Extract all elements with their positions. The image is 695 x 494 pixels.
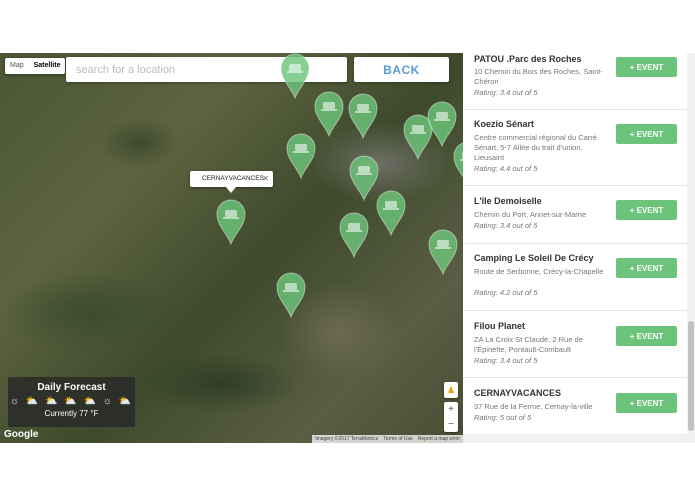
location-name: Filou Planet <box>474 321 526 331</box>
vertical-scrollbar[interactable] <box>687 53 695 443</box>
location-rating: Rating: 4.2 out of 5 <box>474 288 538 297</box>
add-event-button[interactable]: + EVENT <box>616 258 677 278</box>
imagery-credit: Imagery ©2017 TerraMetrics <box>315 436 379 442</box>
location-address: Centre commercial régional du Carré Séna… <box>474 133 597 162</box>
add-event-button[interactable]: + EVENT <box>616 326 677 346</box>
location-address: 10 Chemin du Bois des Roches, Saint-Chér… <box>474 67 603 86</box>
location-rating: Rating: 3.4 out of 5 <box>474 88 538 97</box>
map-marker-pin[interactable] <box>314 91 344 137</box>
add-event-button[interactable]: + EVENT <box>616 124 677 144</box>
map-marker-pin[interactable] <box>216 199 246 245</box>
terms-link[interactable]: Terms of Use <box>383 435 412 443</box>
list-item: Filou Planet ZA La Croix St Claude, 2 Ru… <box>463 311 687 378</box>
location-address: Route de Serbonne, Crécy-la-Chapelle <box>474 267 604 276</box>
location-list[interactable]: PATOU .Parc des Roches 10 Chemin du Bois… <box>463 53 687 443</box>
daily-forecast-panel: Daily Forecast ☼ ⛅ ⛅ ⛅ ⛅ ☼ ⛅ Currently 7… <box>8 377 135 427</box>
weather-icons: ☼ ⛅ ⛅ ⛅ ⛅ ☼ ⛅ <box>9 396 134 407</box>
map-marker-pin[interactable] <box>453 141 463 187</box>
list-item: PATOU .Parc des Roches 10 Chemin du Bois… <box>463 53 687 110</box>
map-marker-pin[interactable] <box>276 272 306 318</box>
back-button[interactable]: BACK <box>354 57 449 82</box>
location-rating: Rating: 3.4 out of 5 <box>474 221 538 230</box>
location-address: Chemin du Port, Annet-sur-Marne <box>474 210 587 219</box>
current-temperature: Currently 77 °F <box>44 409 99 418</box>
zoom-in-button[interactable]: + <box>444 402 458 417</box>
horizontal-scrollbar[interactable] <box>463 434 687 443</box>
close-icon[interactable]: ✕ <box>262 171 269 187</box>
list-item: Camping Le Soleil De Crécy Route de Serb… <box>463 244 687 311</box>
map-type-map-button[interactable]: Map <box>5 58 29 74</box>
map-marker-pin[interactable] <box>286 133 316 179</box>
location-rating: Rating: 3.4 out of 5 <box>474 356 538 365</box>
location-name: L'île Demoiselle <box>474 196 542 206</box>
pegman-icon[interactable]: ♟ <box>444 382 458 398</box>
scrollbar-thumb[interactable] <box>688 321 694 431</box>
list-item: L'île Demoiselle Chemin du Port, Annet-s… <box>463 186 687 244</box>
app-window: Map Satellite BACK CERNAYVACANCES ✕ Dail… <box>0 53 695 443</box>
google-logo[interactable]: Google <box>4 429 38 440</box>
location-name: Camping Le Soleil De Crécy <box>474 253 594 263</box>
list-item: Koezio Sénart Centre commercial régional… <box>463 110 687 186</box>
map-type-control: Map Satellite <box>5 58 66 74</box>
report-error-link[interactable]: Report a map error <box>418 435 460 443</box>
add-event-button[interactable]: + EVENT <box>616 200 677 220</box>
location-address: 37 Rue de la Ferme, Cernay-la-ville <box>474 402 593 411</box>
map-marker-pin[interactable] <box>348 93 378 139</box>
map-view[interactable]: Map Satellite BACK CERNAYVACANCES ✕ Dail… <box>0 53 463 443</box>
map-marker-pin[interactable] <box>280 53 310 99</box>
zoom-control: + − <box>444 402 458 432</box>
map-type-satellite-button[interactable]: Satellite <box>29 58 66 74</box>
map-marker-pin[interactable] <box>339 212 369 258</box>
forecast-title: Daily Forecast <box>37 382 106 393</box>
location-name: CERNAYVACANCES <box>474 388 562 398</box>
marker-info-window: CERNAYVACANCES ✕ <box>190 171 273 193</box>
map-marker-pin[interactable] <box>376 190 406 236</box>
info-window-label: CERNAYVACANCES <box>202 175 264 182</box>
location-name: PATOU .Parc des Roches <box>474 54 582 64</box>
add-event-button[interactable]: + EVENT <box>616 393 677 413</box>
map-attribution: Imagery ©2017 TerraMetrics Terms of Use … <box>312 435 463 443</box>
location-name: Koezio Sénart <box>474 119 535 129</box>
location-address: ZA La Croix St Claude, 2 Rue de l'Épinet… <box>474 335 583 354</box>
location-rating: Rating: 4.4 out of 5 <box>474 164 538 173</box>
map-marker-pin[interactable] <box>428 229 458 275</box>
zoom-out-button[interactable]: − <box>444 417 458 432</box>
add-event-button[interactable]: + EVENT <box>616 57 677 77</box>
map-marker-pin[interactable] <box>349 155 379 201</box>
location-rating: Rating: 5 out of 5 <box>474 413 532 422</box>
